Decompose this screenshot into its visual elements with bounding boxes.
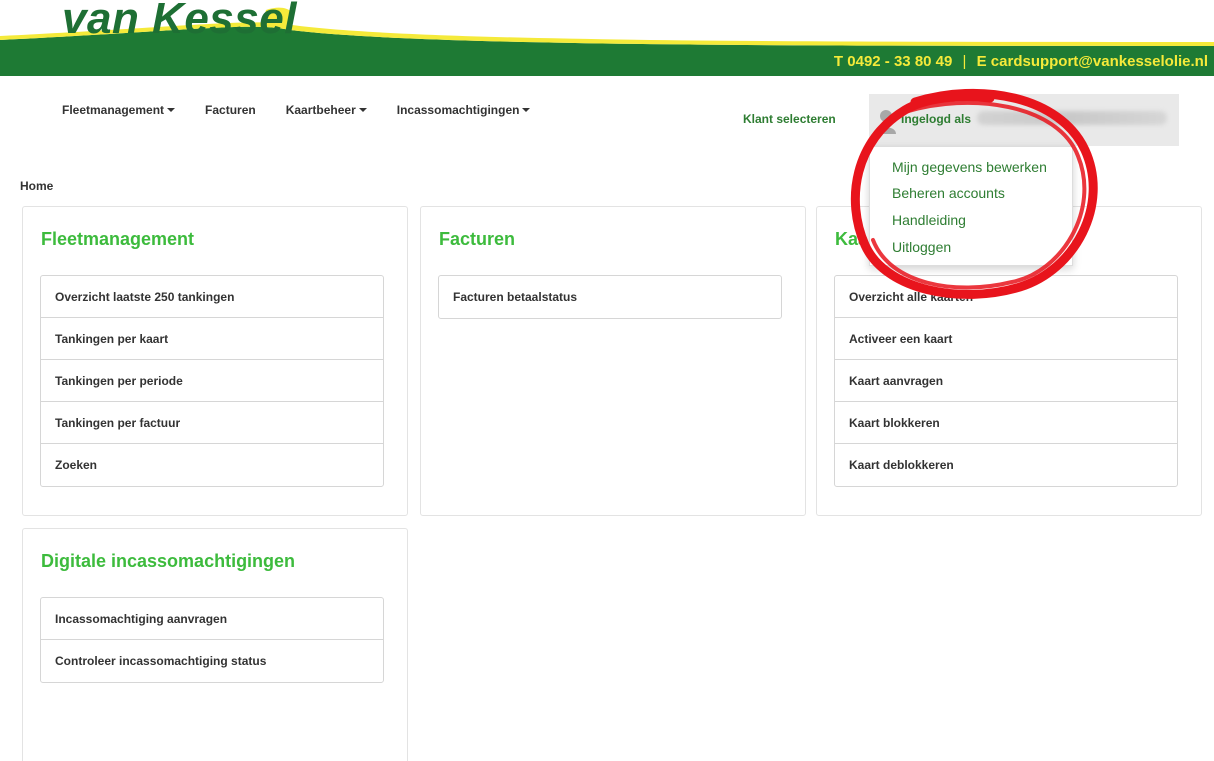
phone-prefix: T — [833, 53, 844, 70]
email-prefix: E — [976, 53, 987, 70]
caret-down-icon — [358, 108, 367, 112]
panel-title: Digitale incassomachtigingen — [41, 551, 296, 571]
klant-selecteren-link[interactable]: Klant selecteren — [743, 112, 836, 126]
menu-item-handleiding[interactable]: Handleiding — [892, 212, 966, 228]
contact-info: T 0492 - 33 80 49 | E cardsupport@vankes… — [834, 53, 1208, 70]
list-item[interactable]: Facturen betaalstatus — [439, 276, 781, 318]
list-item[interactable]: Kaart deblokkeren — [835, 444, 1177, 486]
menu-item-uitloggen[interactable]: Uitloggen — [892, 239, 951, 255]
nav-fleetmanagement[interactable]: Fleetmanagement — [62, 103, 176, 117]
list-item[interactable]: Overzicht alle kaarten — [835, 276, 1177, 318]
panel-title: Fleetmanagement — [41, 229, 195, 249]
fleet-list: Overzicht laatste 250 tankingen Tankinge… — [40, 275, 384, 487]
list-item[interactable]: Kaart aanvragen — [835, 360, 1177, 402]
nav-incassomachtigingen-label: Incassomachtigingen — [396, 103, 520, 117]
nav-kaartbeheer-label: Kaartbeheer — [285, 103, 356, 117]
caret-down-icon — [167, 108, 176, 112]
list-item[interactable]: Tankingen per kaart — [41, 318, 383, 360]
panel-title: Kaa — [835, 229, 869, 249]
nav-fleetmanagement-label: Fleetmanagement — [62, 103, 165, 117]
panel-facturen: Facturen Facturen betaalstatus — [420, 206, 806, 516]
kaart-list: Overzicht alle kaarten Activeer een kaar… — [834, 275, 1178, 487]
nav-incassomachtigingen[interactable]: Incassomachtigingen — [397, 103, 531, 117]
nav-facturen[interactable]: Facturen — [205, 103, 256, 117]
contact-separator: | — [962, 53, 967, 70]
list-item[interactable]: Kaart blokkeren — [835, 402, 1177, 444]
breadcrumb[interactable]: Home — [20, 179, 53, 193]
panel-fleetmanagement: Fleetmanagement Overzicht laatste 250 ta… — [22, 206, 408, 516]
panel-title: Facturen — [439, 229, 516, 249]
email-address[interactable]: cardsupport@vankesselolie.nl — [991, 53, 1208, 70]
user-icon — [876, 110, 896, 134]
list-item[interactable]: Tankingen per factuur — [41, 402, 383, 444]
phone-number: 0492 - 33 80 49 — [847, 53, 953, 70]
logo[interactable]: van Kessel — [62, 0, 297, 44]
user-menu-toggle[interactable]: Ingelogd als — [869, 94, 1179, 146]
incasso-list: Incassomachtiging aanvragen Controleer i… — [40, 597, 384, 683]
menu-item-mijn-gegevens[interactable]: Mijn gegevens bewerken — [892, 159, 1047, 175]
main-nav: Fleetmanagement Facturen Kaartbeheer Inc… — [62, 103, 560, 117]
menu-item-beheren-accounts[interactable]: Beheren accounts — [892, 185, 1005, 201]
list-item[interactable]: Tankingen per periode — [41, 360, 383, 402]
list-item[interactable]: Overzicht laatste 250 tankingen — [41, 276, 383, 318]
nav-kaartbeheer[interactable]: Kaartbeheer — [286, 103, 367, 117]
panel-incassomachtigingen: Digitale incassomachtigingen Incassomach… — [22, 528, 408, 761]
redacted-username — [977, 111, 1167, 125]
user-dropdown-menu: Mijn gegevens bewerken Beheren accounts … — [869, 146, 1073, 266]
header-banner: van Kessel T 0492 - 33 80 49 | E cardsup… — [0, 0, 1214, 76]
list-item[interactable]: Activeer een kaart — [835, 318, 1177, 360]
list-item[interactable]: Zoeken — [41, 444, 383, 486]
facturen-list: Facturen betaalstatus — [438, 275, 782, 319]
logged-in-label: Ingelogd als — [901, 112, 972, 126]
list-item[interactable]: Controleer incassomachtiging status — [41, 640, 383, 682]
nav-facturen-label: Facturen — [205, 103, 256, 117]
list-item[interactable]: Incassomachtiging aanvragen — [41, 598, 383, 640]
caret-down-icon — [522, 108, 531, 112]
